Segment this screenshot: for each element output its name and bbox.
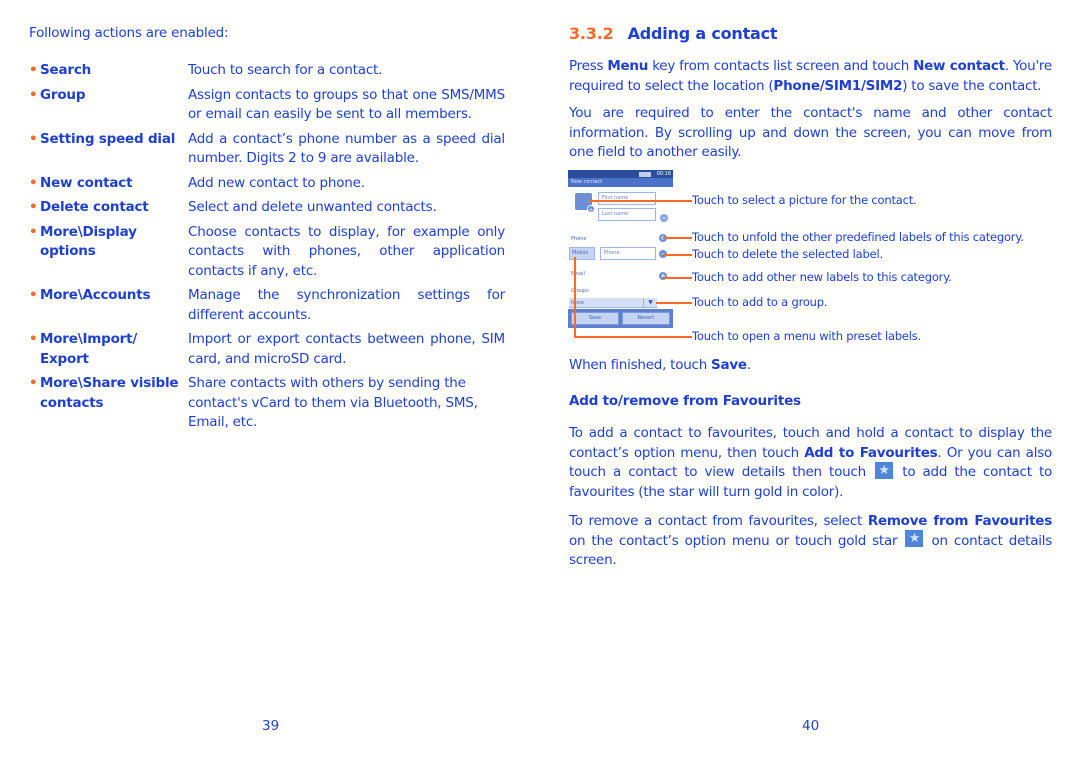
- callout-picture: Touch to select a picture for the contac…: [692, 193, 917, 207]
- bullet-icon: •: [29, 223, 38, 240]
- action-desc: Add a contact’s phone number as a speed …: [188, 130, 505, 167]
- section-number: 3.3.2: [569, 24, 614, 43]
- callout-unfold-labels: Touch to unfold the other predefined lab…: [692, 230, 1024, 244]
- action-item: • More\Share visible contacts Share conta…: [29, 374, 505, 433]
- action-term: Setting speed dial: [40, 130, 176, 147]
- action-term: More\Import/ Export: [40, 331, 138, 367]
- action-desc: Choose contacts to display, for example …: [188, 223, 505, 279]
- intro-text: Following actions are enabled:: [29, 25, 229, 41]
- action-desc: Assign contacts to groups so that one SM…: [188, 86, 505, 123]
- section-title: Adding a contact: [627, 24, 778, 43]
- text: Press: [569, 58, 608, 74]
- callout-preset-labels: Touch to open a menu with preset labels.: [692, 329, 922, 343]
- phone-label: Phone: [571, 236, 587, 242]
- page-number: 39: [262, 718, 280, 734]
- bullet-icon: •: [29, 199, 38, 215]
- bullet-icon: •: [29, 174, 38, 191]
- save-button[interactable]: Save: [571, 312, 619, 325]
- first-name-field[interactable]: First name: [598, 192, 656, 205]
- bullet-icon: •: [29, 130, 38, 147]
- dropdown-arrow-icon[interactable]: ▼: [643, 298, 657, 308]
- action-item: • More\Import/ Export Import or export co…: [29, 330, 505, 369]
- status-time: 00:18: [656, 171, 671, 177]
- bullet-icon: •: [29, 86, 38, 103]
- action-desc: Touch to search for a contact.: [188, 62, 383, 78]
- right-page: 3.3.2 Adding a contact Press Menu key fro…: [540, 0, 1080, 767]
- last-name-field[interactable]: Last name: [598, 208, 656, 221]
- text: To remove a contact from favourites, sel…: [569, 513, 868, 529]
- bullet-icon: •: [29, 287, 38, 303]
- text: When finished, touch: [569, 357, 712, 373]
- section-heading: 3.3.2 Adding a contact: [569, 24, 778, 43]
- action-term: Search: [40, 62, 92, 78]
- bullet-icon: •: [29, 331, 38, 347]
- action-desc: Share contacts with others by sending th…: [188, 375, 478, 430]
- left-page: Following actions are enabled: • Search T…: [0, 0, 540, 767]
- finished-paragraph: When finished, touch Save.: [569, 356, 1052, 376]
- action-term: More\Accounts: [40, 287, 151, 303]
- status-bar: 00:18: [568, 170, 673, 178]
- favourites-subheading: Add to/remove from Favourites: [569, 393, 801, 409]
- action-term: More\Display options: [40, 223, 137, 260]
- action-desc: Add new contact to phone.: [188, 174, 365, 191]
- save-term: Save: [711, 357, 747, 373]
- revert-button[interactable]: Revert: [622, 312, 670, 325]
- add-picture-icon: +: [587, 205, 595, 214]
- remove-from-favourites-term: Remove from Favourites: [867, 513, 1052, 529]
- gold-star-icon: ★: [905, 530, 924, 547]
- callout-line: [574, 257, 576, 337]
- text: key from contacts list screen and touch: [648, 58, 914, 74]
- action-item: • Delete contact Select and delete unwant…: [29, 198, 505, 218]
- action-item: • Setting speed dial Add a contact’s phon…: [29, 130, 505, 169]
- text: on the contact’s option menu or touch go…: [569, 532, 904, 549]
- action-item: • Group Assign contacts to groups so that…: [29, 86, 505, 125]
- text: .: [746, 357, 751, 373]
- callout-add-group: Touch to add to a group.: [692, 295, 828, 309]
- collapse-icon[interactable]: –: [660, 214, 668, 222]
- page-number: 40: [802, 718, 820, 734]
- screen-title: New contact: [568, 178, 673, 187]
- callout-line: [590, 200, 692, 202]
- action-desc: Import or export contacts between phone,…: [188, 331, 505, 367]
- callout-line: [663, 237, 692, 239]
- action-term: Group: [40, 86, 86, 103]
- callout-line: [663, 277, 692, 279]
- star-icon: ★: [875, 461, 894, 479]
- action-item: • New contact Add new contact to phone.: [29, 174, 505, 194]
- signal-icon: [639, 172, 651, 177]
- bullet-icon: •: [29, 62, 38, 78]
- bullet-icon: •: [29, 375, 38, 391]
- new-contact-term: New contact: [913, 58, 1005, 74]
- remove-favourites-paragraph: To remove a contact from favourites, sel…: [569, 512, 1052, 571]
- callout-line: [656, 302, 692, 304]
- action-term: More\Share visible contacts: [40, 375, 179, 411]
- add-to-favourites-term: Add to Favourites: [804, 444, 938, 461]
- add-favourites-paragraph: To add a contact to favourites, touch an…: [569, 424, 1052, 502]
- intro-paragraph: Press Menu key from contacts list screen…: [569, 57, 1052, 96]
- action-item: • Search Touch to search for a contact.: [29, 61, 505, 81]
- actions-list: • Search Touch to search for a contact. •…: [29, 61, 505, 438]
- action-term: Delete contact: [40, 199, 149, 215]
- callout-line: [663, 254, 692, 256]
- fields-paragraph: You are required to enter the contact's …: [569, 105, 1052, 160]
- phone-screenshot: 00:18 New contact + First name Last name…: [568, 170, 673, 328]
- phone-field[interactable]: Phone: [600, 247, 656, 260]
- callout-delete-label: Touch to delete the selected label.: [692, 247, 883, 261]
- callout-line: [574, 336, 692, 338]
- menu-key-term: Menu: [607, 58, 649, 74]
- action-item: • More\Display options Choose contacts to…: [29, 223, 505, 282]
- mobile-label-button[interactable]: Mobile: [569, 247, 595, 260]
- location-term: Phone/SIM1/SIM2: [773, 77, 903, 94]
- callout-add-labels: Touch to add other new labels to this ca…: [692, 270, 952, 284]
- action-desc: Select and delete unwanted contacts.: [188, 199, 437, 215]
- action-term: New contact: [40, 174, 133, 191]
- text: ) to save the contact.: [902, 77, 1042, 94]
- action-item: • More\Accounts Manage the synchronizatio…: [29, 286, 505, 325]
- action-desc: Manage the synchronization settings for …: [188, 287, 505, 323]
